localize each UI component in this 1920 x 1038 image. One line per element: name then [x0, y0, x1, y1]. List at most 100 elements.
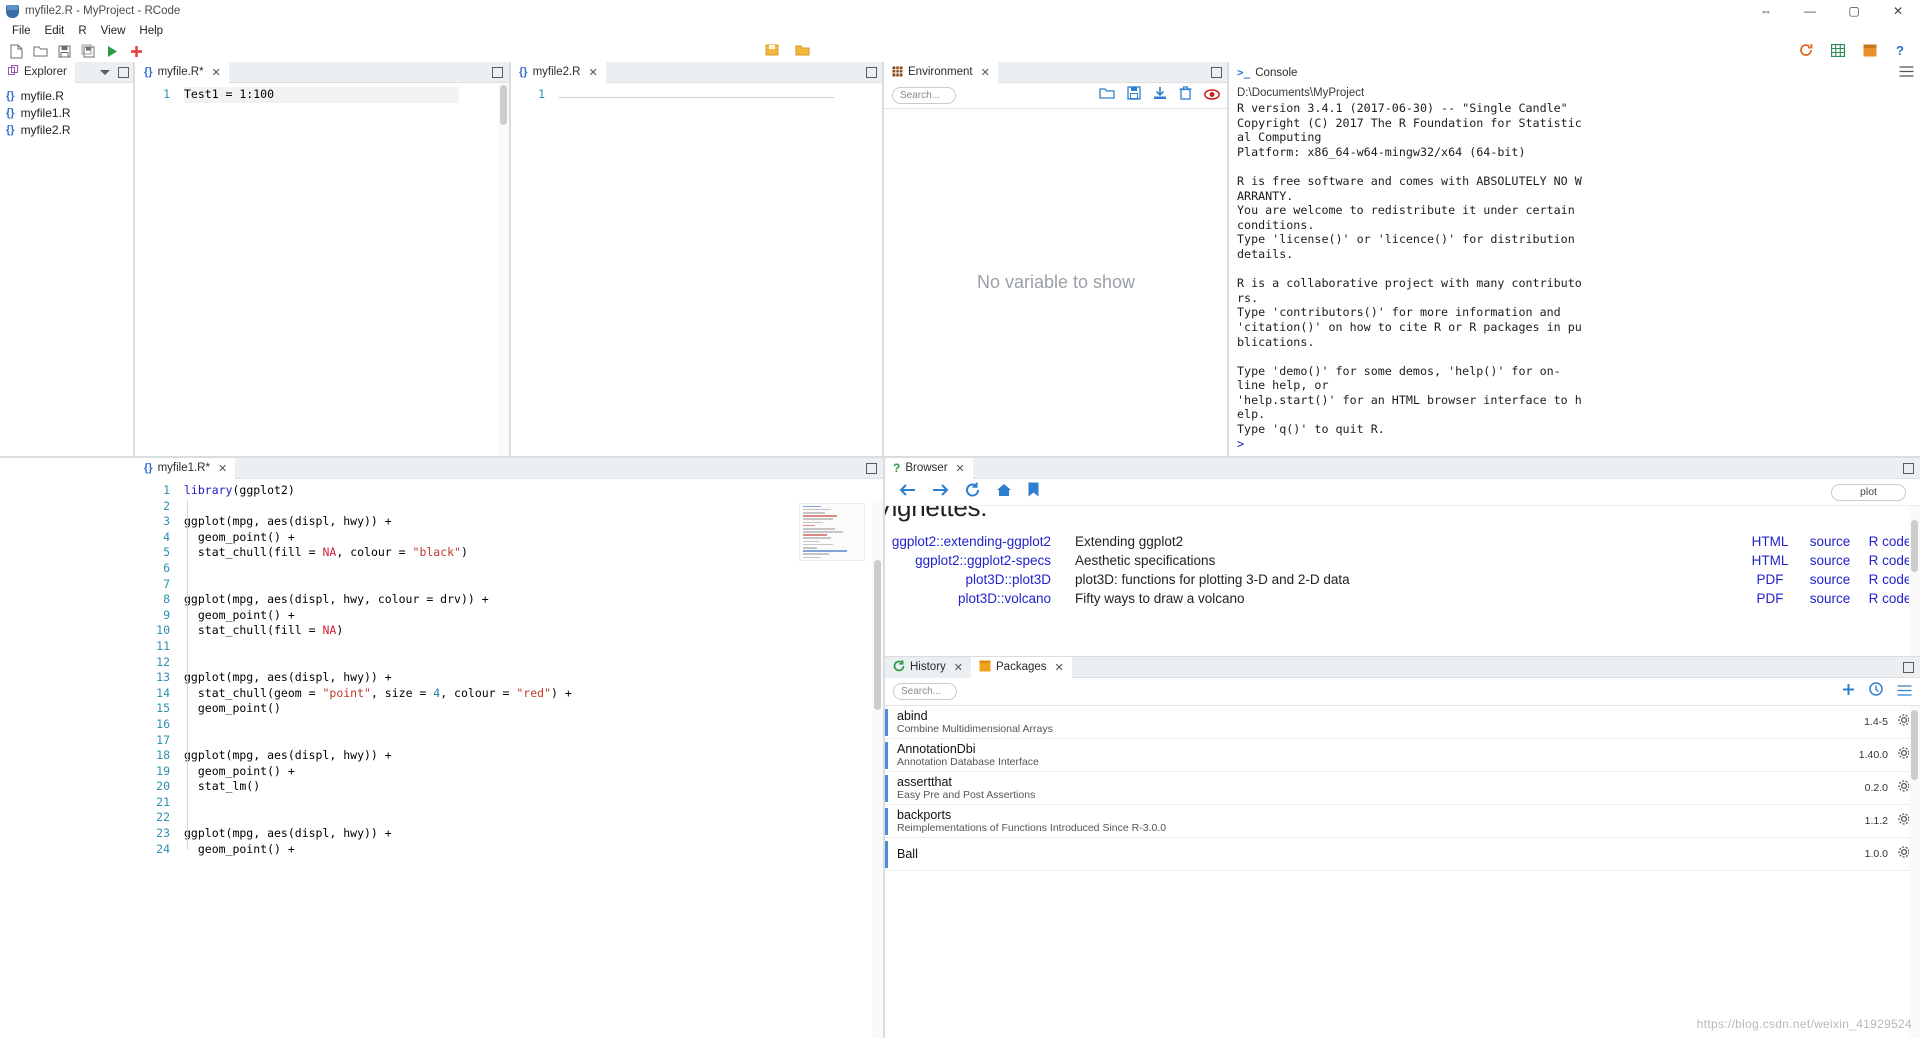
vignette-format-link[interactable]: PDF — [1740, 589, 1800, 608]
vignette-source-link[interactable]: source — [1800, 589, 1860, 608]
maximize-icon[interactable] — [492, 66, 503, 78]
vignette-source-link[interactable]: source — [1800, 570, 1860, 589]
home-icon[interactable] — [996, 483, 1012, 502]
save-icon[interactable] — [1127, 86, 1141, 105]
hamburger-icon[interactable] — [1899, 64, 1914, 82]
editor-myfile-body[interactable]: 1 Test1 = 1:100 — [136, 83, 509, 456]
editor-scrollbar[interactable] — [498, 83, 509, 456]
add-icon[interactable] — [124, 41, 148, 61]
vignette-source-link[interactable]: source — [1800, 551, 1860, 570]
minimize-button[interactable]: — — [1788, 0, 1832, 22]
package-row[interactable]: AnnotationDbi Annotation Database Interfa… — [885, 739, 1920, 772]
close-icon[interactable]: ✕ — [589, 66, 598, 79]
restore-arrows-icon[interactable]: ⇔ — [1744, 0, 1788, 22]
close-button[interactable]: ✕ — [1876, 0, 1920, 22]
forward-arrow-icon[interactable] — [932, 483, 949, 502]
tab-myfile2-r[interactable]: {} myfile2.R ✕ — [511, 61, 606, 83]
browser-url-input[interactable]: plot — [1831, 483, 1906, 501]
maximize-icon[interactable] — [1211, 66, 1222, 78]
maximize-icon[interactable] — [1903, 462, 1914, 474]
splitter-editor-editor[interactable] — [509, 62, 511, 456]
new-file-icon[interactable] — [4, 41, 28, 61]
close-icon[interactable]: ✕ — [981, 66, 990, 79]
explorer-file-item[interactable]: {} myfile2.R — [4, 121, 135, 138]
grid-icon[interactable] — [1826, 40, 1850, 60]
package-row[interactable]: backports Reimplementations of Functions … — [885, 805, 1920, 838]
menu-item-edit[interactable]: Edit — [38, 23, 72, 39]
tab-console[interactable]: >_ Console — [1229, 62, 1306, 83]
explorer-file-item[interactable]: {} myfile1.R — [4, 104, 135, 121]
splitter-editor-environment[interactable] — [882, 62, 884, 456]
reload-icon[interactable] — [965, 482, 980, 502]
vignette-name-link[interactable]: ggplot2::extending-ggplot2 — [885, 532, 1065, 551]
refresh-icon[interactable] — [1794, 40, 1818, 60]
environment-search-input[interactable]: Search... — [892, 87, 956, 104]
save-icon[interactable] — [52, 41, 76, 61]
tab-browser[interactable]: ? Browser ✕ — [885, 457, 973, 479]
vignette-name-link[interactable]: plot3D::plot3D — [885, 570, 1065, 589]
open-folder-icon[interactable] — [28, 41, 52, 61]
back-arrow-icon[interactable] — [899, 483, 916, 502]
open-project-icon[interactable] — [790, 40, 814, 60]
splitter-explorer-editor[interactable] — [133, 62, 135, 456]
editor-myfile2-body[interactable]: 1 — [511, 83, 883, 456]
tab-explorer[interactable]: Explorer — [0, 61, 75, 83]
vignette-source-link[interactable]: source — [1800, 532, 1860, 551]
tab-environment[interactable]: Environment ✕ — [884, 61, 998, 83]
vignette-format-link[interactable]: HTML — [1740, 551, 1800, 570]
chevron-down-icon[interactable] — [100, 69, 110, 75]
help-icon[interactable]: ? — [1890, 40, 1914, 60]
tab-history[interactable]: History ✕ — [885, 656, 971, 678]
vignette-name-link[interactable]: ggplot2::ggplot2-specs — [885, 551, 1065, 570]
run-icon[interactable] — [100, 41, 124, 61]
maximize-button[interactable]: ▢ — [1832, 0, 1876, 22]
menu-item-help[interactable]: Help — [132, 23, 170, 39]
menu-icon[interactable] — [1897, 683, 1912, 701]
bookmark-icon[interactable] — [1028, 482, 1039, 502]
console-body[interactable]: D:\Documents\MyProject R version 3.4.1 (… — [1229, 83, 1920, 456]
close-icon[interactable]: ✕ — [212, 66, 221, 79]
close-icon[interactable]: ✕ — [956, 462, 965, 475]
save-all-icon[interactable] — [76, 41, 100, 61]
line-number: 18 — [156, 748, 170, 763]
tab-packages[interactable]: Packages ✕ — [971, 656, 1072, 678]
update-icon[interactable] — [1869, 682, 1883, 701]
open-folder-icon[interactable] — [1099, 86, 1115, 105]
vignette-format-link[interactable]: PDF — [1740, 570, 1800, 589]
package-row[interactable]: abind Combine Multidimensional Arrays 1.4-… — [885, 706, 1920, 739]
vignette-format-link[interactable]: HTML — [1740, 532, 1800, 551]
editor-myfile1-body[interactable]: 1 library(ggplot2) 2 3 ggplot(mpg, aes(displ… — [136, 479, 883, 1038]
browser-scrollbar[interactable] — [1909, 506, 1920, 656]
maximize-icon[interactable] — [866, 462, 877, 474]
menu-item-view[interactable]: View — [94, 23, 133, 39]
explorer-file-item[interactable]: {} myfile.R — [4, 87, 135, 104]
import-icon[interactable] — [1153, 86, 1167, 105]
close-icon[interactable]: ✕ — [1055, 661, 1064, 674]
package-row[interactable]: assertthat Easy Pre and Post Assertions 0.… — [885, 772, 1920, 805]
package-meta: assertthat Easy Pre and Post Assertions — [897, 775, 1865, 802]
explorer-file-label: myfile.R — [20, 88, 64, 103]
panel-icon[interactable] — [1858, 40, 1882, 60]
maximize-icon[interactable] — [1903, 661, 1914, 673]
maximize-icon[interactable] — [866, 66, 877, 78]
save-project-icon[interactable] — [760, 40, 784, 60]
splitter-environment-console[interactable] — [1227, 62, 1229, 456]
add-icon[interactable] — [1842, 683, 1855, 701]
close-icon[interactable]: ✕ — [954, 661, 963, 674]
maximize-icon[interactable] — [118, 66, 129, 78]
menu-item-r[interactable]: R — [71, 23, 93, 39]
console-prompt[interactable]: > — [1237, 437, 1912, 451]
code-minimap[interactable] — [799, 503, 865, 561]
packages-scrollbar[interactable] — [1909, 706, 1920, 1038]
tab-myfile1-r[interactable]: {} myfile1.R* ✕ — [136, 457, 236, 479]
vignette-name-link[interactable]: plot3D::volcano — [885, 589, 1065, 608]
editor-myfile1-scrollbar[interactable] — [872, 500, 883, 1038]
trash-icon[interactable] — [1179, 86, 1192, 105]
menu-item-file[interactable]: File — [5, 23, 38, 39]
close-icon[interactable]: ✕ — [218, 462, 227, 475]
tab-myfile-r[interactable]: {} myfile.R* ✕ — [136, 61, 229, 83]
packages-panel: History ✕ Packages ✕ Search... abind Com… — [885, 656, 1920, 1038]
eye-icon[interactable] — [1204, 87, 1220, 105]
package-row[interactable]: Ball 1.0.0 — [885, 838, 1920, 871]
packages-search-input[interactable]: Search... — [893, 683, 957, 700]
